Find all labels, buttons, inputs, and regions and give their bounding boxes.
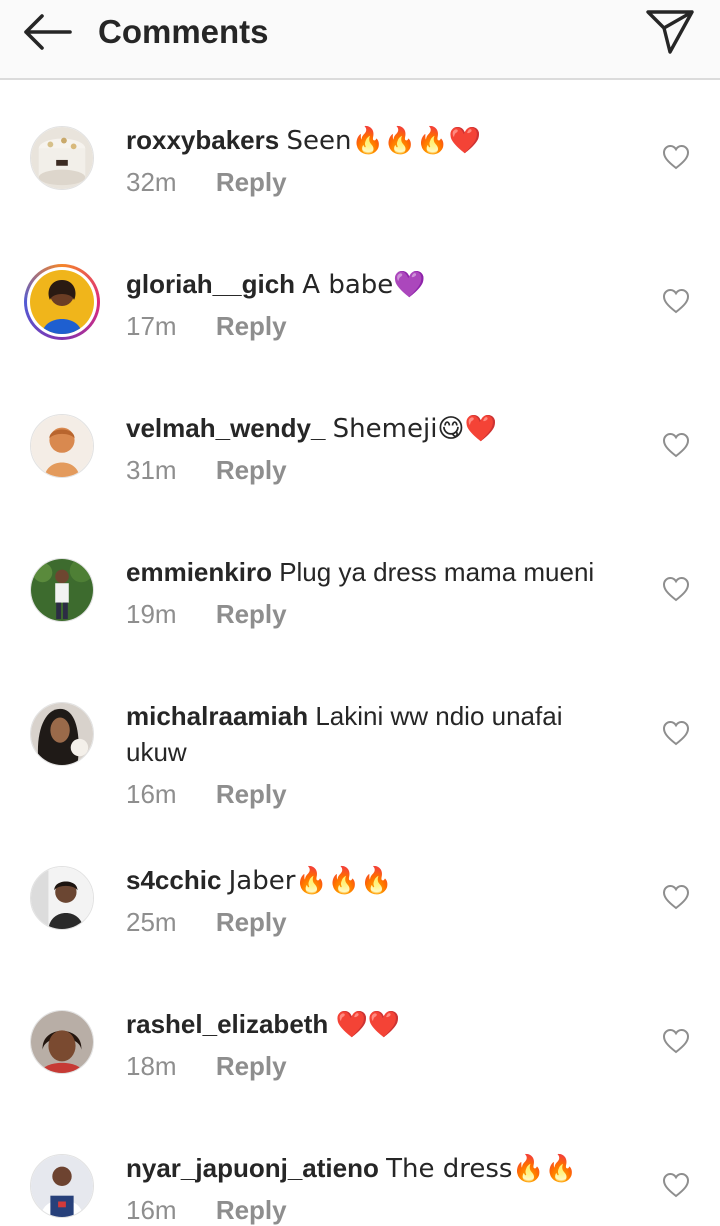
comment-text: roxxybakers Seen🔥🔥🔥❤️: [126, 122, 626, 159]
comment-row: nyar_japuonj_atieno The dress🔥🔥 16m Repl…: [0, 1153, 720, 1226]
profile-photo: [31, 415, 93, 477]
paper-plane-icon: [646, 10, 694, 54]
comment-body: The dress🔥🔥: [386, 1154, 578, 1184]
comment-text: emmienkiro Plug ya dress mama mueni: [126, 554, 626, 590]
heart-icon[interactable]: [662, 1172, 690, 1198]
comment-time: 16m: [126, 1195, 177, 1225]
reply-button[interactable]: Reply: [216, 907, 287, 937]
comment-body: Jaber🔥🔥🔥: [228, 866, 393, 896]
comment-row: emmienkiro Plug ya dress mama mueni 19m …: [0, 557, 720, 678]
reply-button[interactable]: Reply: [216, 455, 287, 485]
comment-body: Plug ya dress mama mueni: [279, 557, 595, 587]
reply-button[interactable]: Reply: [216, 1195, 287, 1225]
reply-button[interactable]: Reply: [216, 779, 287, 809]
arrow-left-icon: [24, 14, 72, 50]
avatar[interactable]: [30, 1010, 94, 1074]
comment-time: 19m: [126, 599, 177, 629]
comment-meta: 32m Reply: [126, 166, 287, 198]
profile-photo: [31, 1011, 93, 1073]
comment-time: 18m: [126, 1051, 177, 1081]
comment-text: michalraamiah Lakini ww ndio unafai ukuw: [126, 698, 626, 770]
profile-photo: [31, 703, 93, 765]
comment-row: gloriah__gich A babe💜 17m Reply: [0, 264, 720, 390]
avatar[interactable]: [24, 264, 100, 340]
profile-photo: [31, 867, 93, 929]
comment-text: nyar_japuonj_atieno The dress🔥🔥: [126, 1150, 626, 1187]
avatar[interactable]: [30, 558, 94, 622]
heart-icon[interactable]: [662, 432, 690, 458]
comment-text: rashel_elizabeth ❤️❤️: [126, 1006, 626, 1043]
comment-username[interactable]: michalraamiah: [126, 701, 308, 731]
comment-row: roxxybakers Seen🔥🔥🔥❤️ 32m Reply: [0, 125, 720, 246]
comment-time: 16m: [126, 779, 177, 809]
heart-icon[interactable]: [662, 144, 690, 170]
avatar[interactable]: [30, 702, 94, 766]
reply-button[interactable]: Reply: [216, 599, 287, 629]
comment-row: rashel_elizabeth ❤️❤️ 18m Reply: [0, 1009, 720, 1130]
comment-text: gloriah__gich A babe💜: [126, 266, 626, 303]
comment-row: s4cchic Jaber🔥🔥🔥 25m Reply: [0, 865, 720, 986]
comment-text: s4cchic Jaber🔥🔥🔥: [126, 862, 626, 899]
comment-body: ❤️❤️: [335, 1010, 401, 1040]
avatar[interactable]: [30, 866, 94, 930]
heart-icon[interactable]: [662, 1028, 690, 1054]
heart-icon[interactable]: [662, 288, 690, 314]
comment-body: Seen🔥🔥🔥❤️: [286, 126, 481, 156]
cake-photo: [31, 127, 93, 189]
comment-row: velmah_wendy_ Shemeji😋❤️ 31m Reply: [0, 413, 720, 534]
profile-photo: [31, 1155, 93, 1217]
page-title: Comments: [98, 13, 269, 50]
comment-meta: 16m Reply: [126, 778, 287, 810]
share-button[interactable]: [644, 6, 696, 56]
comment-time: 25m: [126, 907, 177, 937]
profile-photo: [31, 559, 93, 621]
comment-time: 31m: [126, 455, 177, 485]
avatar[interactable]: [30, 126, 94, 190]
top-bar: Comments: [0, 0, 720, 80]
comment-username[interactable]: emmienkiro: [126, 557, 272, 587]
comment-meta: 17m Reply: [126, 310, 287, 342]
comment-time: 17m: [126, 311, 177, 341]
heart-icon[interactable]: [662, 576, 690, 602]
avatar[interactable]: [30, 414, 94, 478]
reply-button[interactable]: Reply: [216, 311, 287, 341]
comment-username[interactable]: rashel_elizabeth: [126, 1009, 328, 1039]
comment-meta: 18m Reply: [126, 1050, 287, 1082]
heart-icon[interactable]: [662, 884, 690, 910]
comment-username[interactable]: velmah_wendy_: [126, 413, 325, 443]
heart-icon[interactable]: [662, 720, 690, 746]
comment-time: 32m: [126, 167, 177, 197]
reply-button[interactable]: Reply: [216, 167, 287, 197]
comment-meta: 19m Reply: [126, 598, 287, 630]
story-ring: [27, 267, 97, 337]
comment-meta: 25m Reply: [126, 906, 287, 938]
comment-username[interactable]: nyar_japuonj_atieno: [126, 1153, 379, 1183]
comment-text: velmah_wendy_ Shemeji😋❤️: [126, 410, 626, 447]
comment-row: michalraamiah Lakini ww ndio unafai ukuw…: [0, 701, 720, 842]
comment-username[interactable]: s4cchic: [126, 865, 221, 895]
comment-meta: 16m Reply: [126, 1194, 287, 1226]
avatar[interactable]: [30, 1154, 94, 1218]
reply-button[interactable]: Reply: [216, 1051, 287, 1081]
comment-body: A babe💜: [302, 270, 426, 300]
profile-photo: [30, 270, 94, 334]
comment-username[interactable]: gloriah__gich: [126, 269, 295, 299]
comment-username[interactable]: roxxybakers: [126, 125, 279, 155]
comment-body: Shemeji😋❤️: [332, 414, 497, 444]
back-button[interactable]: [18, 10, 78, 54]
comment-meta: 31m Reply: [126, 454, 287, 486]
